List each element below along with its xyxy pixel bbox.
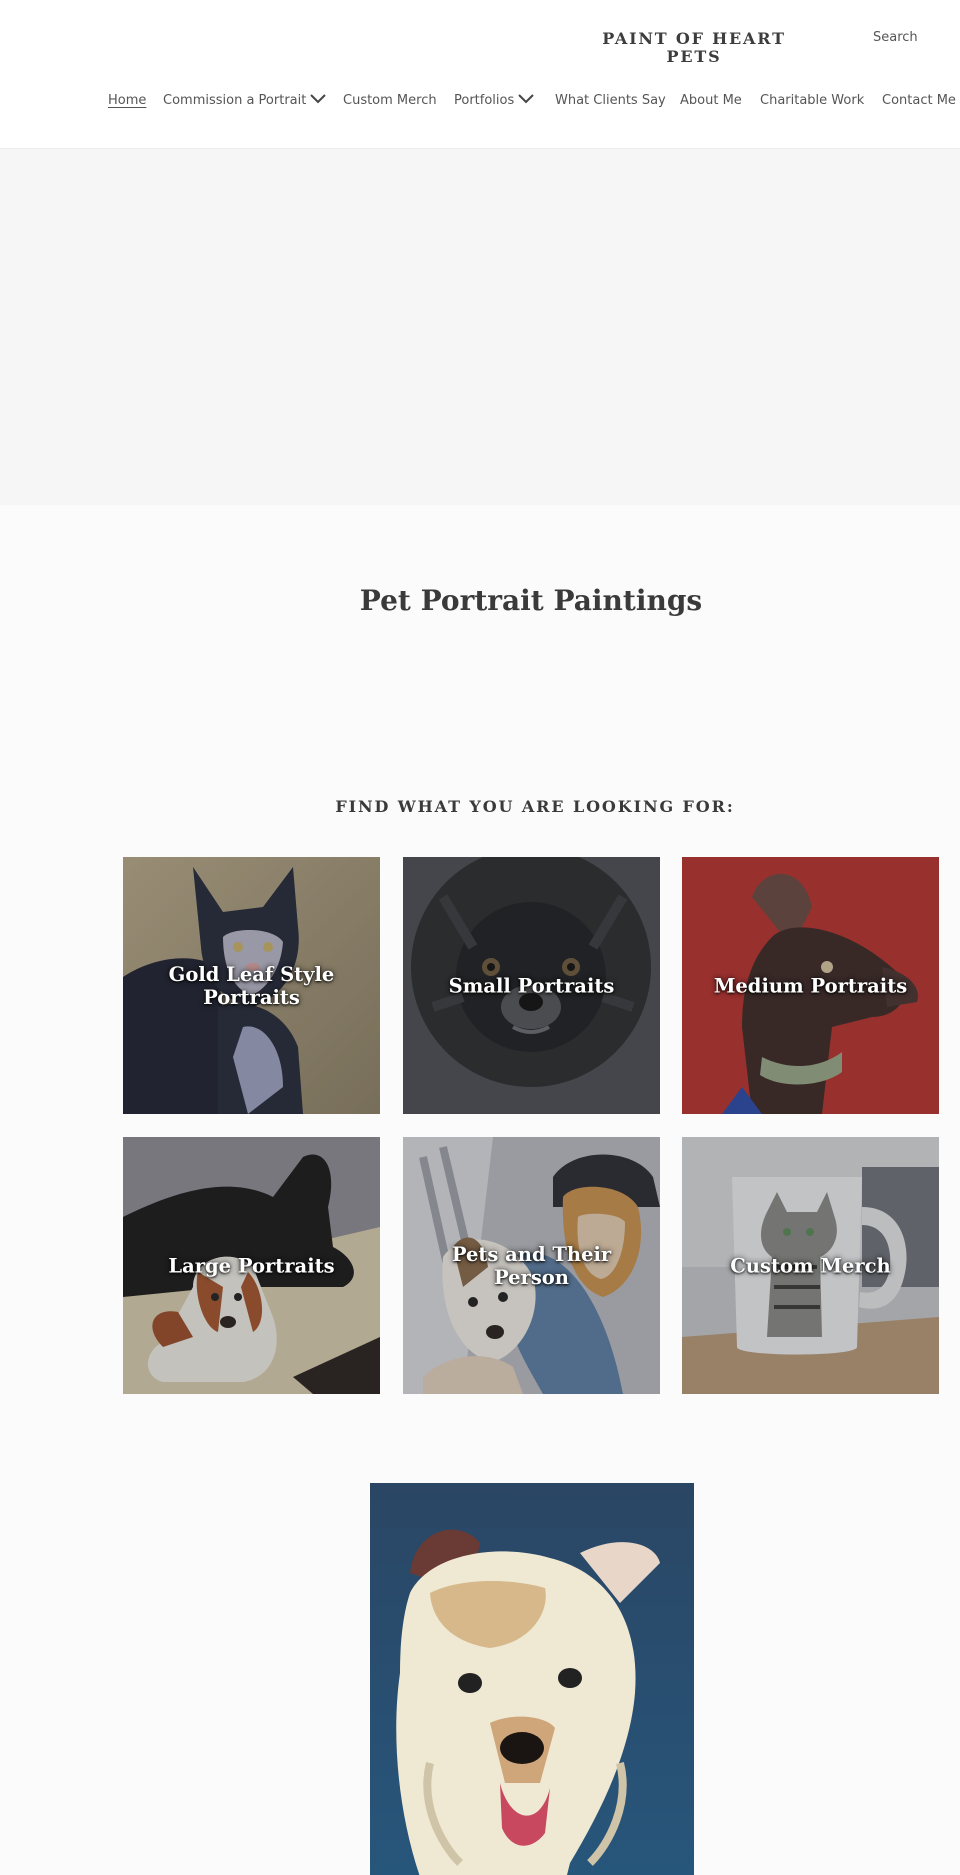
tile-label: Small Portraits (448, 974, 615, 997)
nav-item-label: Custom Merch (343, 93, 437, 108)
tile-large-portraits[interactable]: Large Portraits (123, 1137, 380, 1394)
nav-item-label: About Me (680, 93, 742, 108)
nav-item-what-clients-say[interactable]: What Clients Say (555, 92, 666, 110)
page-title: Pet Portrait Paintings (359, 584, 703, 617)
nav-item-label: Home (108, 93, 147, 108)
tile-label: Gold Leaf Style Portraits (168, 962, 335, 1009)
hero-banner (0, 149, 960, 505)
nav-item-label: Charitable Work (760, 93, 865, 108)
nav-item-label: Portfolios (454, 93, 515, 108)
nav-item-contact-me[interactable]: Contact Me (882, 92, 956, 110)
search-link[interactable]: Search (873, 30, 918, 45)
terrier-painting-image (370, 1483, 694, 1875)
nav-item-custom-merch[interactable]: Custom Merch (343, 92, 437, 110)
nav-item-commission-a-portrait[interactable]: Commission a Portrait (163, 92, 327, 110)
tile-label: Large Portraits (168, 1254, 335, 1277)
tile-label: Pets and Their Person (451, 1242, 612, 1289)
section-heading: FIND WHAT YOU ARE LOOKING FOR: (335, 797, 735, 816)
tile-label: Custom Merch (730, 1254, 891, 1277)
nav-item-label: What Clients Say (555, 93, 666, 108)
tile-custom-merch[interactable]: Custom Merch (682, 1137, 939, 1394)
tile-gold-leaf-portraits[interactable]: Gold Leaf Style Portraits (123, 857, 380, 1114)
nav-item-charitable-work[interactable]: Charitable Work (760, 92, 864, 110)
tile-medium-portraits[interactable]: Medium Portraits (682, 857, 939, 1114)
site-header: PAINT OF HEART PETS Search Home Commissi… (0, 0, 960, 149)
nav-item-portfolios[interactable]: Portfolios (454, 92, 534, 110)
tile-pets-and-their-person[interactable]: Pets and Their Person (403, 1137, 660, 1394)
nav-item-about-me[interactable]: About Me (680, 92, 742, 110)
chevron-down-icon[interactable] (310, 94, 327, 104)
featured-terrier-painting (370, 1483, 694, 1875)
main-nav: Home Commission a Portrait Custom Merch … (108, 92, 960, 112)
nav-item-home[interactable]: Home (108, 92, 146, 110)
chevron-down-icon[interactable] (518, 94, 534, 104)
nav-item-label: Commission a Portrait (163, 93, 307, 108)
tile-small-portraits[interactable]: Small Portraits (403, 857, 660, 1114)
tile-label: Medium Portraits (713, 974, 908, 997)
nav-item-label: Contact Me (882, 93, 956, 108)
site-title[interactable]: PAINT OF HEART PETS (593, 30, 795, 66)
